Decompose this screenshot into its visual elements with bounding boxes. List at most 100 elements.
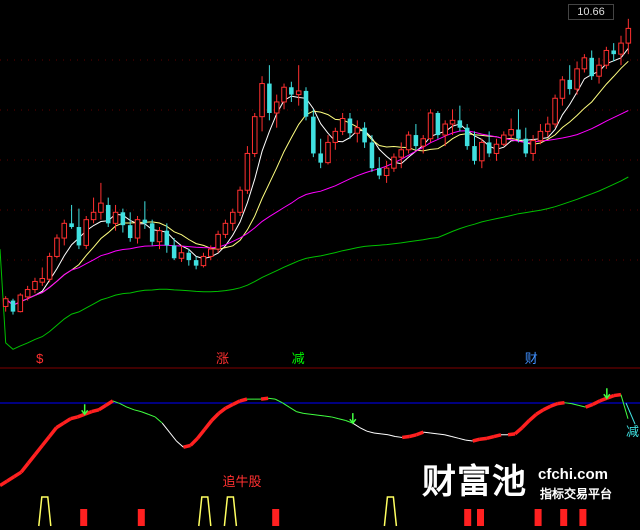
indicator-segment [415, 430, 424, 437]
candle-body [516, 129, 521, 139]
indicator-segment [140, 411, 149, 415]
candle-body [237, 189, 243, 213]
indicator-segment [472, 437, 481, 443]
candle [544, 116, 551, 137]
candle-body [318, 153, 323, 163]
indicator-segment [76, 412, 86, 419]
candle [449, 109, 456, 136]
indicator-segment [148, 413, 156, 418]
candle [303, 87, 309, 121]
candle [405, 131, 412, 154]
indicator-segment [161, 422, 170, 433]
indicator-segment [289, 406, 297, 413]
indicator-segment [535, 408, 545, 416]
candle [464, 124, 470, 150]
candle-body [289, 87, 294, 95]
indicator-right-label: 减 [626, 424, 639, 439]
indicator-segment [91, 408, 100, 414]
indicator-segment [168, 431, 177, 442]
candle-body [105, 204, 111, 224]
indicator-segment [352, 422, 361, 429]
indicator-segment [599, 396, 608, 403]
chart-canvas: $ 涨减财 减追牛股 10.66 财富池 cfchi.com 指标交易平台 [0, 0, 640, 530]
candle [32, 277, 38, 294]
candle [559, 76, 566, 106]
indicator-segment [303, 412, 311, 415]
candle-body [24, 289, 31, 298]
candle [105, 197, 111, 228]
pulse-bar [38, 496, 52, 527]
signal-label: 涨 [216, 351, 229, 366]
indicator-segment [296, 411, 304, 414]
red-bar [534, 509, 542, 526]
candle [442, 120, 448, 147]
ma-line-2 [5, 60, 629, 306]
candle-body [127, 225, 133, 239]
candle-body [332, 130, 339, 143]
candle [325, 135, 331, 165]
candle [215, 230, 221, 253]
red-bar [477, 509, 484, 526]
candle-body [120, 212, 126, 226]
candle-body [32, 280, 38, 291]
candle [501, 131, 507, 147]
candle [508, 118, 514, 139]
candle [398, 142, 405, 169]
candle-body [383, 167, 390, 177]
indicator-segment [613, 392, 622, 398]
ma-line-4 [0, 176, 629, 350]
candle [281, 83, 287, 110]
candle-body [54, 237, 60, 257]
indicator-segment [430, 432, 438, 435]
candle [567, 65, 573, 95]
candle-body [222, 222, 229, 235]
indicator-segment [620, 394, 629, 419]
candle [120, 208, 126, 233]
indicator-segment [104, 399, 114, 407]
candle-body [457, 120, 463, 128]
indicator-segment [189, 437, 199, 447]
indicator-segment [70, 415, 79, 421]
indicator-segment [458, 437, 466, 441]
candle-body [391, 156, 397, 169]
candle [435, 111, 441, 139]
indicator-segment [451, 436, 459, 439]
watermark-site: cfchi.com [538, 466, 609, 483]
signal-labels: $ 涨 减 财 [36, 351, 538, 366]
indicator-segment [359, 427, 368, 432]
candle-body [369, 142, 375, 169]
candle [39, 267, 46, 286]
candle [273, 94, 280, 128]
candle-body [134, 219, 141, 239]
candle-body [530, 140, 536, 154]
candle [427, 109, 434, 143]
candle-body [156, 230, 163, 243]
candle-body [442, 123, 448, 136]
candle-body [472, 146, 477, 161]
candle [618, 35, 624, 66]
candle [479, 138, 485, 169]
signal-label: 财 [525, 351, 538, 366]
indicator-segment [591, 399, 601, 407]
indicator-segment [401, 434, 410, 440]
candle-body [405, 134, 412, 151]
candle [134, 215, 141, 244]
indicator-segment [331, 416, 339, 420]
indicator-pointer [625, 402, 636, 425]
indicator-segment [528, 412, 538, 422]
candle-body [10, 300, 16, 312]
indicator-segment [571, 403, 579, 406]
candle [267, 65, 272, 121]
indicator-segment [196, 428, 207, 440]
candle [311, 109, 316, 158]
candle [17, 293, 24, 313]
candle-body [303, 90, 309, 117]
candle-body [164, 230, 170, 246]
candle-body [435, 112, 441, 136]
candle [289, 81, 294, 102]
indicator-segment [217, 406, 227, 415]
candle-body [574, 68, 580, 90]
ma-line-1 [5, 47, 629, 306]
candle [98, 182, 104, 220]
candle-body [427, 112, 434, 140]
